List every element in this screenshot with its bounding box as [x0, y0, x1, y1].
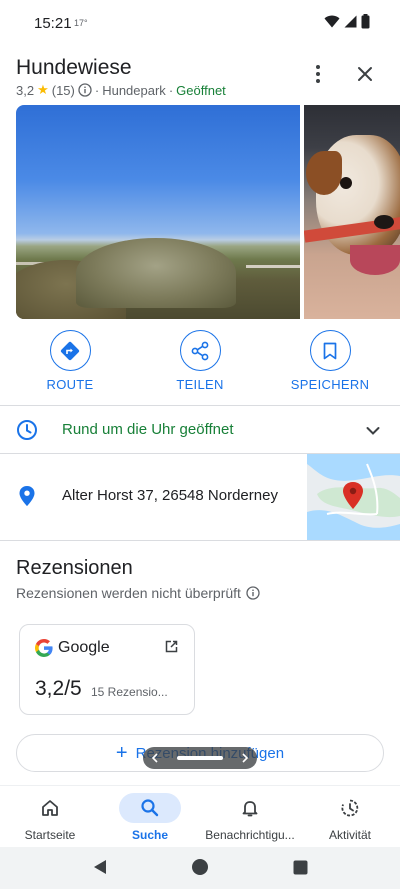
bell-icon: [219, 793, 281, 823]
map-thumbnail[interactable]: [307, 454, 400, 540]
status-icons: [324, 14, 370, 29]
chevron-left-icon: [151, 753, 158, 763]
address-text: Alter Horst 37, 26548 Norderney: [62, 487, 278, 504]
rating-value: 3,2: [16, 82, 35, 98]
directions-icon: [49, 330, 91, 371]
home-icon: [19, 793, 81, 823]
save-label: SPEICHERN: [290, 377, 370, 392]
action-bar: ROUTE TEILEN SPEICHERN: [0, 330, 400, 400]
recents-icon[interactable]: [290, 857, 310, 877]
place-category: Hundepark: [102, 82, 166, 98]
home-button-icon[interactable]: [190, 857, 210, 877]
activity-icon: [319, 793, 381, 823]
info-icon[interactable]: [246, 586, 260, 600]
system-navigation-bar: [0, 847, 400, 889]
nav-notifications-label: Benachrichtigu...: [205, 828, 295, 842]
share-icon: [179, 330, 221, 371]
info-icon[interactable]: [78, 83, 92, 97]
place-photo-dog[interactable]: [304, 105, 400, 319]
meta-separator: ·: [94, 82, 100, 98]
reviews-note-text: Rezensionen werden nicht überprüft: [16, 585, 241, 601]
nav-search-label: Suche: [131, 828, 168, 842]
google-logo-icon: [35, 639, 53, 657]
open-status: Geöffnet: [176, 82, 226, 98]
place-meta: 3,2 ★ (15) · Hundepark · Geöffnet: [16, 82, 226, 98]
place-title: Hundewiese: [16, 56, 132, 79]
nav-search[interactable]: Suche: [100, 786, 200, 848]
more-options-icon[interactable]: [308, 64, 328, 84]
battery-icon: [361, 14, 370, 29]
share-button[interactable]: TEILEN: [145, 330, 255, 392]
share-label: TEILEN: [176, 377, 224, 392]
save-button[interactable]: SPEICHERN: [275, 330, 385, 392]
bottom-navigation: Startseite Suche Benachrichtigu... Aktiv…: [0, 785, 400, 847]
review-count[interactable]: (15): [52, 83, 75, 98]
reviews-note: Rezensionen werden nicht überprüft: [16, 585, 260, 601]
cell-signal-icon: [344, 15, 357, 28]
bookmark-icon: [309, 330, 351, 371]
star-icon: ★: [37, 82, 49, 97]
status-temperature: 17°: [74, 18, 88, 28]
plus-icon: +: [115, 742, 128, 764]
chevron-right-icon: [242, 753, 249, 763]
sheet-drag-handle[interactable]: [143, 747, 257, 769]
nav-activity[interactable]: Aktivität: [300, 786, 400, 848]
back-icon[interactable]: [90, 857, 110, 877]
clock-icon: [16, 419, 38, 441]
route-button[interactable]: ROUTE: [15, 330, 125, 392]
divider: [0, 540, 400, 541]
place-photo-landscape[interactable]: [16, 105, 300, 319]
review-count-text: 15 Rezensio...: [91, 685, 168, 699]
nav-notifications[interactable]: Benachrichtigu...: [200, 786, 300, 848]
chevron-down-icon[interactable]: [366, 423, 380, 441]
hours-row[interactable]: Rund um die Uhr geöffnet: [0, 406, 400, 453]
nav-activity-label: Aktivität: [328, 828, 371, 842]
reviews-title: Rezensionen: [16, 557, 133, 579]
nav-home[interactable]: Startseite: [0, 786, 100, 848]
status-time: 15:21: [34, 15, 72, 32]
external-link-icon[interactable]: [165, 640, 178, 653]
meta-separator: ·: [168, 82, 174, 98]
route-label: ROUTE: [46, 377, 94, 392]
close-icon[interactable]: [355, 64, 375, 84]
review-score: 3,2/5: [35, 677, 82, 700]
nav-home-label: Startseite: [24, 828, 76, 842]
wifi-icon: [324, 15, 340, 28]
status-bar: 15:21 17°: [0, 0, 400, 46]
location-pin-icon: [16, 485, 38, 507]
google-reviews-card[interactable]: Google 3,2/5 15 Rezensio...: [19, 624, 195, 715]
search-icon: [119, 793, 181, 823]
hours-text: Rund um die Uhr geöffnet: [62, 421, 234, 438]
review-source-name: Google: [58, 639, 110, 656]
